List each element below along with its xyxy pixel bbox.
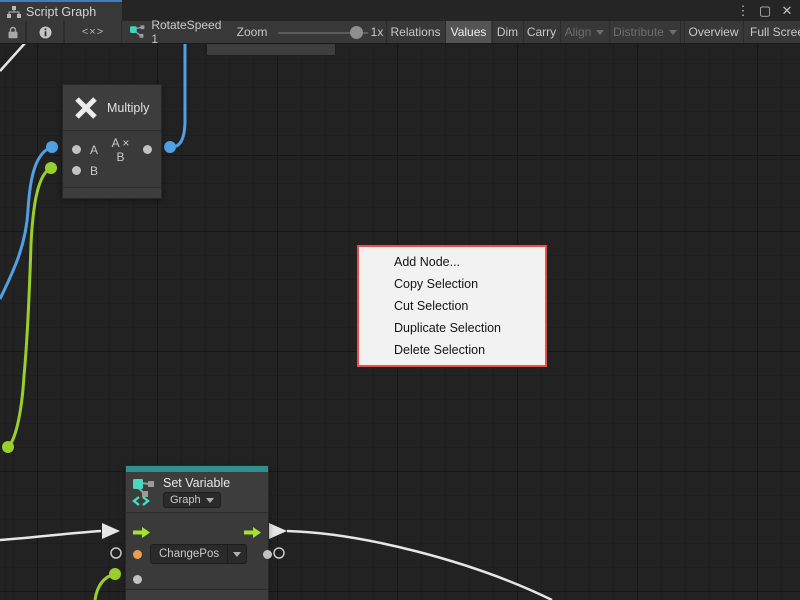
dropdown-arrow-section (227, 545, 246, 563)
graph-canvas[interactable]: Multiply A A × B B (0, 44, 800, 600)
wire-endpoint-blue (164, 141, 176, 153)
input-port-b[interactable] (72, 166, 81, 175)
port-b-label: B (90, 164, 98, 178)
flow-row (126, 522, 268, 542)
multiply-x-icon (73, 95, 99, 121)
menu-item-duplicate-selection[interactable]: Duplicate Selection (359, 317, 545, 339)
scope-label: Graph (170, 494, 201, 506)
graph-hierarchy-icon (7, 6, 21, 18)
variable-row: ChangePos (126, 544, 268, 564)
output-port-result[interactable] (143, 145, 152, 154)
set-variable-body: ChangePos (126, 513, 268, 589)
close-icon[interactable]: ✕ (778, 3, 796, 19)
variable-scope-dropdown[interactable]: Graph (163, 492, 221, 508)
menu-item-add-node[interactable]: Add Node... (359, 251, 545, 273)
tab-title: Script Graph (26, 5, 96, 19)
wire-white-topleft[interactable] (0, 44, 26, 71)
window-menu-icon[interactable]: ⋮ (734, 3, 752, 19)
toolbar-button-carry[interactable]: Carry (523, 21, 559, 43)
zoom-slider-knob[interactable] (350, 26, 363, 39)
script-graph-window: Script Graph ⋮ ▢ ✕ <×> (0, 0, 800, 600)
graph-reference-breadcrumb[interactable]: RotateSpeed 1 (130, 21, 228, 43)
info-button[interactable] (26, 21, 64, 43)
toolbar-button-align[interactable]: Align (560, 21, 608, 43)
context-menu: Add Node... Copy Selection Cut Selection… (357, 245, 547, 367)
code-icon: <×> (82, 26, 104, 38)
menu-item-copy-selection[interactable]: Copy Selection (359, 273, 545, 295)
set-variable-header[interactable]: Set Variable Graph (126, 472, 268, 513)
wire-endpoint-blue (46, 141, 58, 153)
chevron-down-icon (596, 30, 604, 35)
flow-input-arrow-icon[interactable] (133, 527, 150, 538)
toolbar-button-fullscreen[interactable]: Full Screen (743, 21, 800, 43)
flow-arrow-in (102, 523, 120, 539)
align-label: Align (565, 25, 592, 39)
multiply-body: A A × B B (63, 131, 161, 187)
wire-endpoint-green (2, 441, 14, 453)
toolbar-button-values[interactable]: Values (445, 21, 491, 43)
lock-button[interactable] (0, 21, 26, 43)
window-controls: ⋮ ▢ ✕ (734, 0, 796, 21)
unconnected-port-ring-right[interactable] (274, 548, 284, 558)
menu-item-cut-selection[interactable]: Cut Selection (359, 295, 545, 317)
wire-endpoint-green (45, 162, 57, 174)
variable-name-label: ChangePos (151, 548, 227, 560)
set-variable-title: Set Variable (163, 476, 230, 490)
multiply-row-a: A A × B (63, 139, 161, 160)
port-a-label: A (90, 143, 98, 157)
node-set-variable[interactable]: Set Variable Graph (125, 465, 269, 600)
wire-white-flow-in[interactable] (0, 531, 101, 540)
maximize-icon[interactable]: ▢ (756, 3, 774, 19)
set-variable-icon (132, 478, 156, 506)
zoom-value: 1x (366, 21, 388, 43)
toolbar-button-overview[interactable]: Overview (684, 21, 742, 43)
menu-item-delete-selection[interactable]: Delete Selection (359, 339, 545, 361)
partial-node-edge[interactable] (206, 44, 336, 56)
lock-icon (7, 26, 19, 39)
tab-script-graph[interactable]: Script Graph (0, 0, 122, 21)
multiply-title: Multiply (107, 101, 149, 115)
graph-node-icon (130, 25, 145, 39)
wire-white-flow-out[interactable] (287, 531, 552, 600)
chevron-down-icon (206, 498, 214, 503)
multiply-header[interactable]: Multiply (63, 85, 161, 131)
graph-reference-label: RotateSpeed 1 (151, 18, 228, 46)
output-value-port[interactable] (263, 550, 272, 559)
unconnected-port-ring-left[interactable] (111, 548, 121, 558)
tab-bar: Script Graph ⋮ ▢ ✕ (0, 0, 800, 21)
distribute-label: Distribute (613, 25, 664, 39)
input-port-a[interactable] (72, 145, 81, 154)
toolbar-button-relations[interactable]: Relations (386, 21, 444, 43)
code-view-button[interactable]: <×> (64, 21, 122, 43)
chevron-down-icon (669, 30, 677, 35)
input-value-port[interactable] (133, 575, 142, 584)
toolbar-button-dim[interactable]: Dim (492, 21, 522, 43)
zoom-label: Zoom (232, 21, 272, 43)
graph-toolbar: <×> RotateSpeed 1 Zoom 1x Relations Valu… (0, 21, 800, 44)
variable-name-dropdown[interactable]: ChangePos (150, 544, 247, 564)
set-variable-footer (126, 589, 268, 600)
toolbar-button-distribute[interactable]: Distribute (609, 21, 681, 43)
flow-output-arrow-icon[interactable] (244, 527, 261, 538)
wire-endpoint-green (109, 568, 121, 580)
value-row (126, 569, 268, 589)
info-icon (39, 26, 52, 39)
wire-blue-output[interactable] (172, 44, 185, 147)
node-multiply[interactable]: Multiply A A × B B (62, 84, 162, 199)
port-result-label: A × B (107, 136, 134, 164)
multiply-footer (63, 187, 161, 198)
variable-name-port[interactable] (133, 550, 142, 559)
wire-blue-input-a[interactable] (0, 147, 52, 299)
chevron-down-icon (233, 552, 241, 557)
flow-arrow-out (269, 523, 287, 539)
